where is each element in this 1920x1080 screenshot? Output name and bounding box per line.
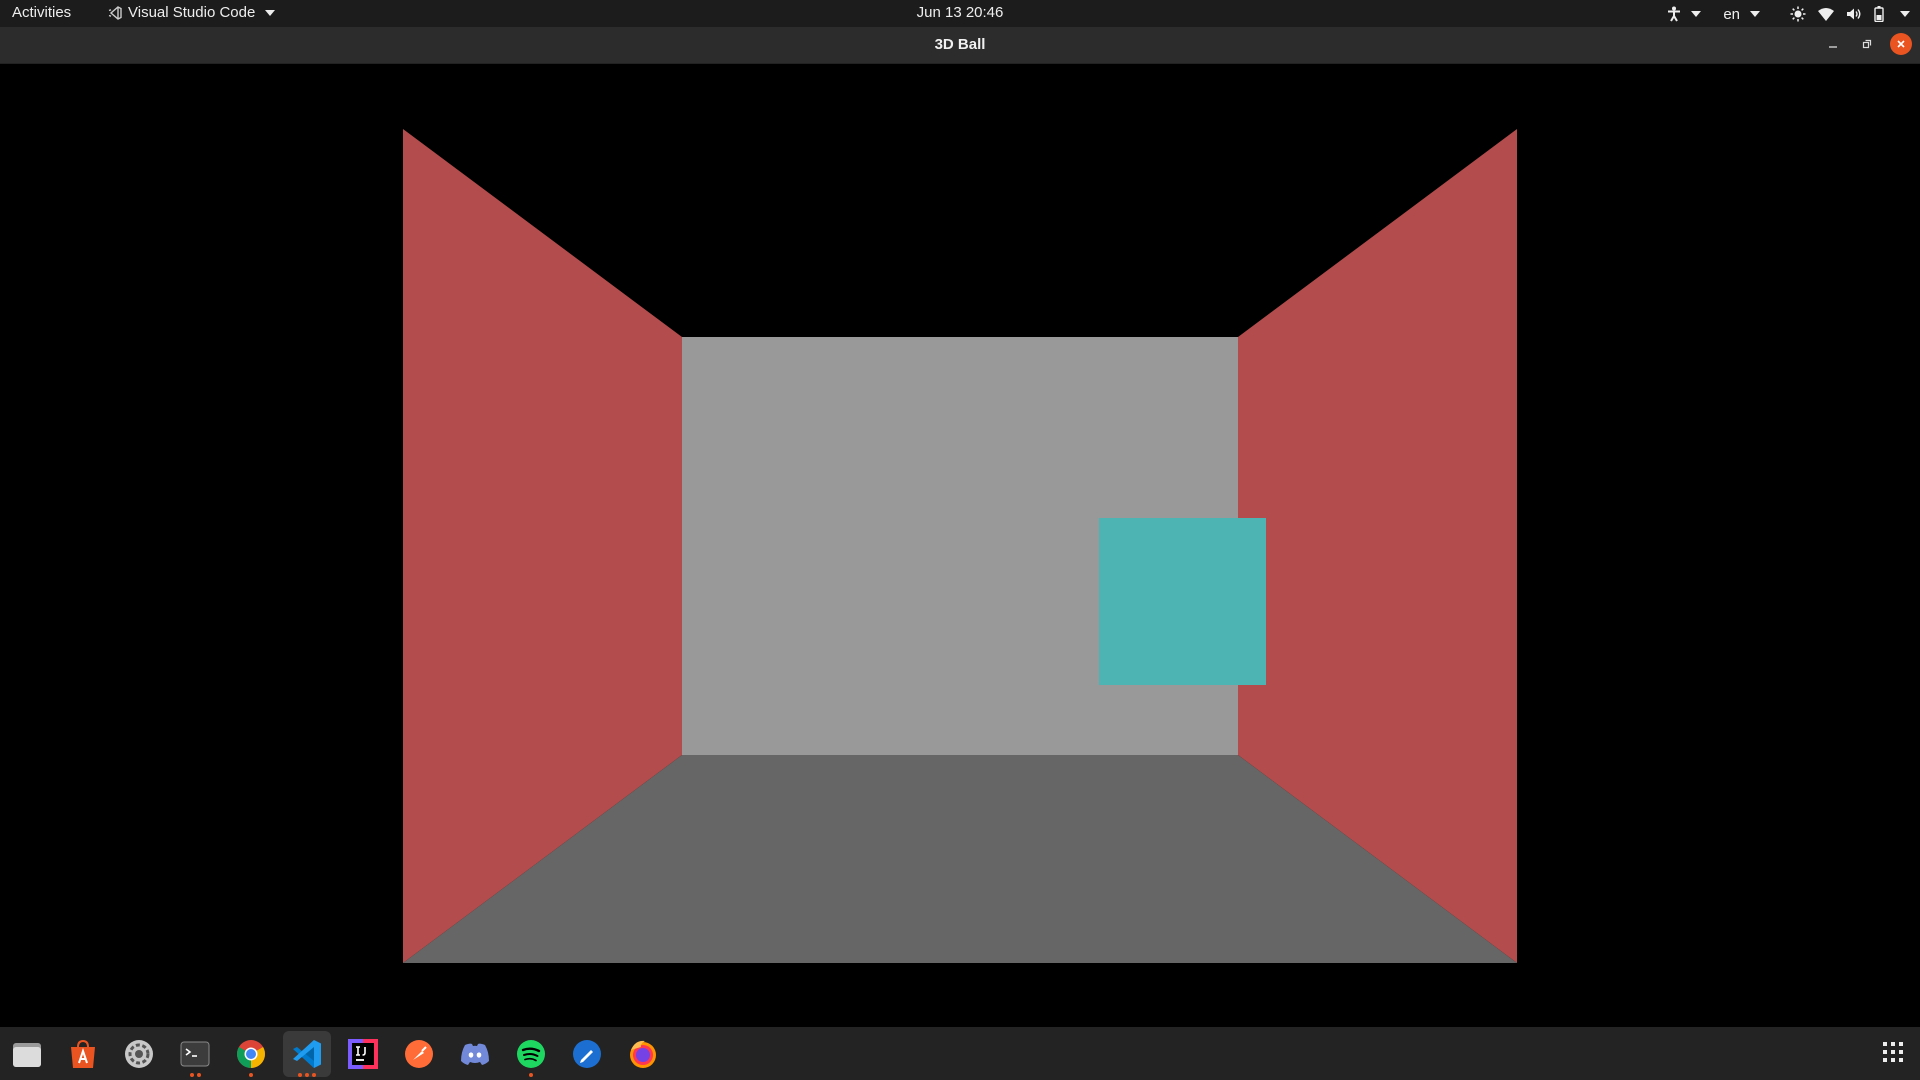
dock-app-settings[interactable]: [115, 1031, 163, 1077]
running-indicator: [171, 1073, 219, 1077]
dock: [0, 1027, 1920, 1080]
dock-app-spotify[interactable]: [507, 1031, 555, 1077]
close-icon: [1897, 40, 1905, 48]
firefox-icon: [630, 1040, 656, 1068]
activities-button[interactable]: Activities: [12, 4, 71, 21]
running-indicator: [507, 1073, 555, 1077]
files-icon: [13, 1043, 41, 1067]
minimize-button[interactable]: [1822, 33, 1844, 55]
dock-app-intellij[interactable]: [339, 1031, 387, 1077]
chevron-down-icon: [1750, 11, 1760, 17]
close-button[interactable]: [1890, 33, 1912, 55]
running-indicator: [283, 1073, 331, 1077]
vscode-small-icon: [108, 5, 122, 20]
chevron-down-icon: [265, 9, 276, 16]
dock-app-postman[interactable]: [395, 1031, 443, 1077]
app-menu[interactable]: Visual Studio Code: [108, 4, 276, 21]
accessibility-icon: [1668, 6, 1681, 22]
settings-icon: [125, 1040, 153, 1068]
vscode-icon: [293, 1040, 321, 1068]
chrome-icon: [237, 1040, 265, 1068]
chevron-down-icon: [1900, 11, 1910, 17]
spotify-icon: [517, 1040, 545, 1068]
status-menu[interactable]: [1790, 3, 1910, 25]
restore-icon: [1862, 39, 1872, 49]
scene-svg: [0, 64, 1920, 1027]
language-label: en: [1723, 5, 1740, 23]
intellij-icon: [348, 1039, 378, 1069]
dock-app-firefox[interactable]: [619, 1031, 667, 1077]
terminal-icon: [180, 1041, 210, 1067]
restore-button[interactable]: [1856, 33, 1878, 55]
game-canvas[interactable]: [0, 64, 1920, 1027]
wifi-icon: [1818, 8, 1834, 21]
text-editor-icon: [573, 1040, 601, 1068]
show-applications-button[interactable]: [1882, 1041, 1904, 1068]
window-title-bar[interactable]: 3D Ball: [0, 27, 1920, 64]
dock-app-terminal[interactable]: [171, 1031, 219, 1077]
clock[interactable]: Jun 13 20:46: [917, 4, 1004, 21]
app-grid-icon: [1883, 1042, 1903, 1062]
software-icon: [71, 1039, 95, 1068]
brightness-icon: [1790, 6, 1806, 22]
battery-icon: [1874, 6, 1884, 22]
discord-icon: [461, 1043, 489, 1065]
dock-app-files[interactable]: [3, 1031, 51, 1077]
minimize-icon: [1829, 46, 1837, 48]
running-indicator: [227, 1073, 275, 1077]
dock-app-software[interactable]: [59, 1031, 107, 1077]
app-menu-label: Visual Studio Code: [128, 4, 256, 21]
volume-icon: [1847, 8, 1861, 20]
postman-icon: [405, 1040, 433, 1068]
dock-app-text-editor[interactable]: [563, 1031, 611, 1077]
dock-app-chrome[interactable]: [227, 1031, 275, 1077]
accessibility-menu[interactable]: [1667, 3, 1702, 25]
window-title: 3D Ball: [934, 36, 986, 53]
top-bar: Activities Visual Studio Code Jun 13 20:…: [0, 0, 1920, 27]
language-menu[interactable]: en: [1723, 3, 1760, 25]
dock-app-discord[interactable]: [451, 1031, 499, 1077]
chevron-down-icon: [1691, 11, 1702, 17]
ball-cube: [1099, 518, 1266, 685]
system-tray: en: [1667, 3, 1910, 25]
dock-app-vscode[interactable]: [283, 1031, 331, 1077]
